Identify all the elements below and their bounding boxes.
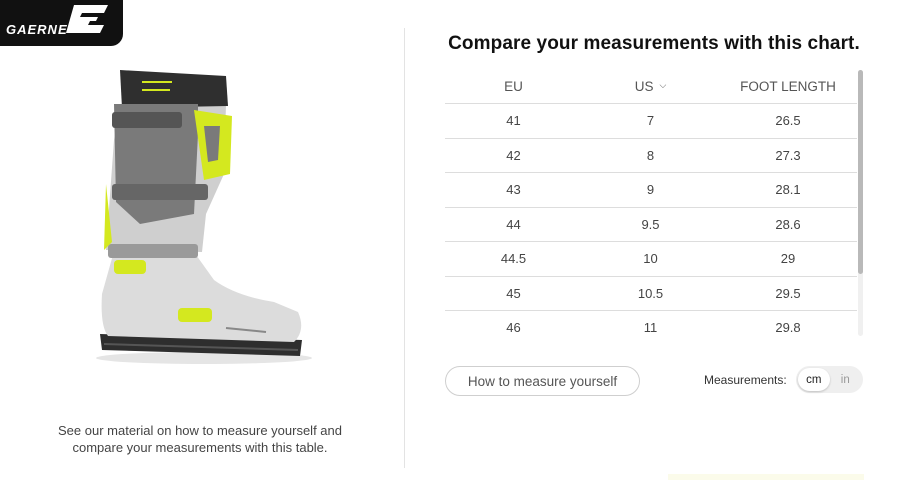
header-foot-length: FOOT LENGTH xyxy=(740,79,836,94)
cell-us: 9.5 xyxy=(641,216,660,232)
cell-us: 7 xyxy=(646,113,655,129)
cell-eu: 46 xyxy=(506,320,521,336)
table-row: 42 8 27.3 xyxy=(445,139,857,173)
header-us[interactable]: US ⌵ xyxy=(582,79,719,94)
header-eu: EU xyxy=(504,79,523,94)
cell-foot-length: 27.3 xyxy=(775,147,801,163)
how-to-measure-button[interactable]: How to measure yourself xyxy=(445,366,640,396)
measurements-label: Measurements: xyxy=(704,373,787,387)
cell-foot-length: 29 xyxy=(780,251,796,267)
cell-foot-length: 28.1 xyxy=(775,182,801,198)
chevron-down-icon[interactable]: ⌵ xyxy=(659,80,666,91)
cell-us: 11 xyxy=(643,320,658,336)
size-table: EU US ⌵ FOOT LENGTH 41 7 26.5 42 8 27.3 … xyxy=(445,70,857,340)
cell-foot-length: 28.6 xyxy=(775,216,801,232)
header-us-label: US xyxy=(634,79,654,94)
chart-title: Compare your measurements with this char… xyxy=(448,33,860,54)
table-row: 45 10.5 29.5 xyxy=(445,277,857,311)
gaerne-logo[interactable]: GAERNE xyxy=(0,0,123,46)
cell-foot-length: 26.5 xyxy=(775,113,801,129)
table-scrollbar[interactable] xyxy=(858,70,863,336)
cell-eu: 41 xyxy=(506,113,521,129)
cell-us: 8 xyxy=(646,147,655,163)
size-chart-page: GAERNE See our material on how to measur… xyxy=(0,0,897,486)
table-header: EU US ⌵ FOOT LENGTH xyxy=(445,70,857,104)
unit-cm-option[interactable]: cm xyxy=(798,368,830,391)
cell-eu: 45 xyxy=(506,285,521,301)
cell-us: 10.5 xyxy=(637,285,664,301)
cell-us: 9 xyxy=(646,182,655,198)
table-row: 44.5 10 29 xyxy=(445,242,857,277)
table-row: 41 7 26.5 xyxy=(445,104,857,139)
cell-eu: 44.5 xyxy=(500,251,527,267)
logo-wordmark: GAERNE xyxy=(6,22,68,37)
column-divider xyxy=(404,28,405,468)
cell-foot-length: 29.5 xyxy=(775,285,801,301)
boot-image xyxy=(96,70,312,364)
table-row: 43 9 28.1 xyxy=(445,173,857,208)
table-row: 44 9.5 28.6 xyxy=(445,208,857,242)
unit-toggle[interactable]: cm in xyxy=(796,366,863,393)
bottom-highlight xyxy=(668,474,864,480)
cell-us: 10 xyxy=(643,251,658,267)
cell-eu: 42 xyxy=(506,147,521,163)
unit-in-option[interactable]: in xyxy=(830,368,862,391)
cell-foot-length: 29.8 xyxy=(775,320,801,336)
gaerne-logo-icon: GAERNE xyxy=(6,5,108,37)
cell-eu: 44 xyxy=(506,216,521,232)
cell-eu: 43 xyxy=(506,182,521,198)
measure-info-text: See our material on how to measure yours… xyxy=(58,423,342,455)
scrollbar-thumb[interactable] xyxy=(858,70,863,274)
table-row: 46 11 29.8 xyxy=(445,311,857,340)
